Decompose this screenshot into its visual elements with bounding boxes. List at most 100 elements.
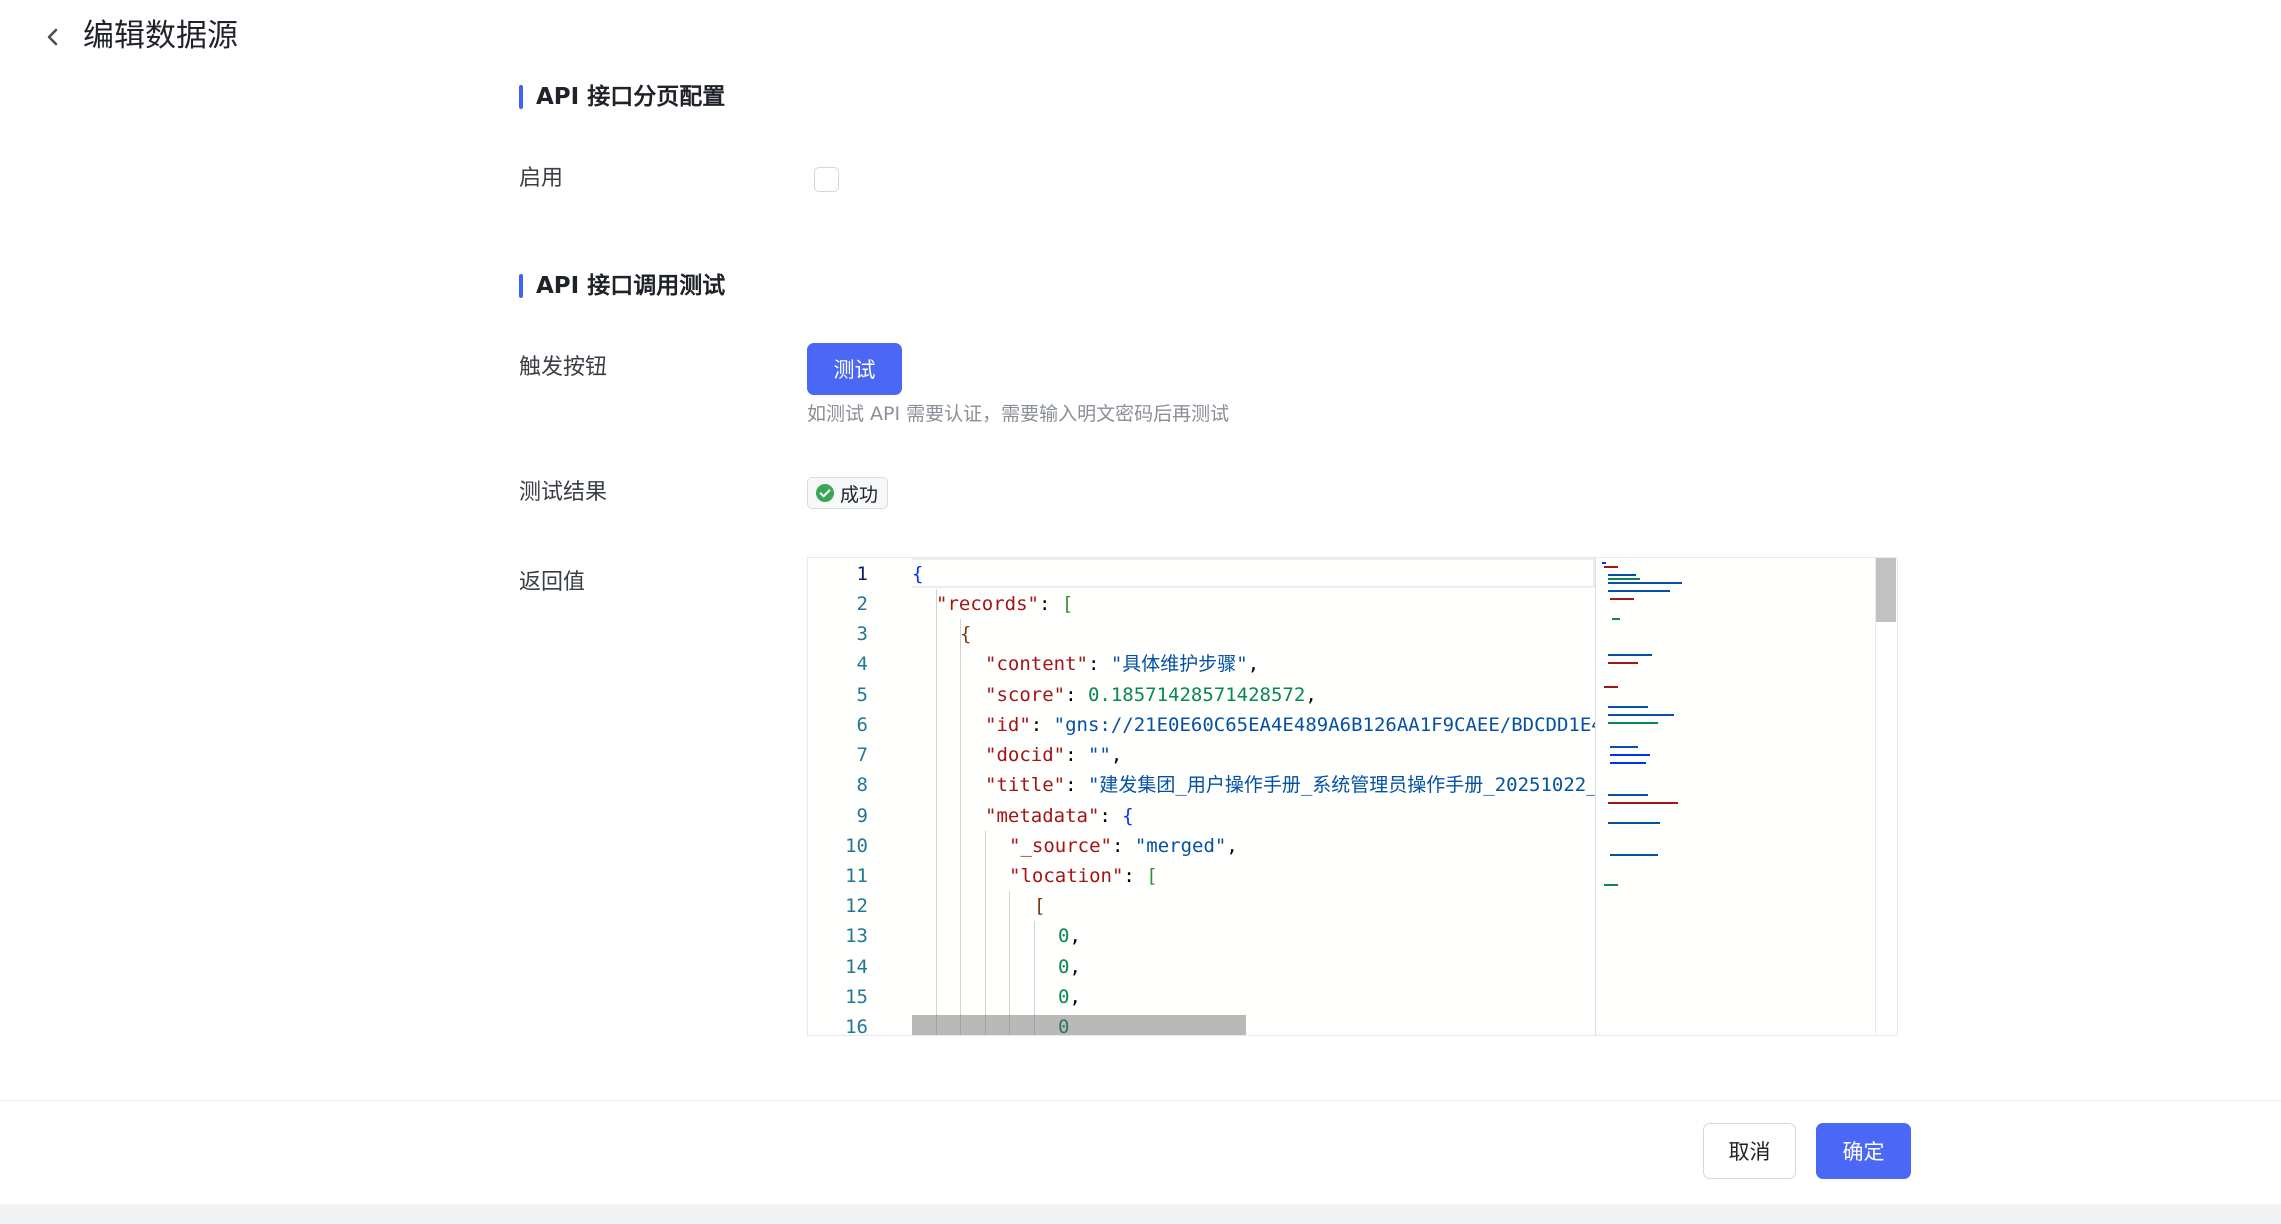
code-value: "建发集团_用户操作手册_系统管理员操作手册_20251022_V1.8" <box>1087 774 1595 796</box>
code-value: 0 <box>1058 986 1070 1008</box>
chevron-left-icon <box>47 28 58 46</box>
code-line: 0, <box>1058 952 1081 982</box>
bottom-strip <box>0 1204 2281 1224</box>
minimap-line <box>1608 654 1652 656</box>
line-number: 9 <box>856 805 868 827</box>
line-number: 2 <box>856 593 868 615</box>
enable-checkbox[interactable] <box>814 167 839 192</box>
code-line: "metadata": { <box>985 805 1134 827</box>
status-badge: 成功 <box>807 477 889 509</box>
test-button[interactable]: 测试 <box>807 343 902 395</box>
vertical-scrollbar[interactable] <box>1875 558 1897 1035</box>
code-key: "title" <box>985 774 1066 796</box>
minimap-line <box>1610 598 1634 600</box>
code-token: , <box>1247 653 1260 675</box>
code-line: "title": "建发集团_用户操作手册_系统管理员操作手册_20251022… <box>985 770 1595 800</box>
cancel-button[interactable]: 取消 <box>1703 1123 1796 1179</box>
code-key: "_source" <box>1009 835 1112 857</box>
status-text: 成功 <box>840 483 879 506</box>
code-token: , <box>1069 986 1081 1008</box>
code-line: "docid": "", <box>985 744 1123 766</box>
minimap-line <box>1608 590 1670 592</box>
code-token: { <box>960 623 972 645</box>
code-line: "content": "具体维护步骤", <box>985 653 1260 675</box>
line-number: 1 <box>856 563 868 585</box>
minimap-line <box>1608 662 1638 664</box>
minimap-line <box>1608 794 1648 796</box>
code-token: { <box>912 563 924 585</box>
code-key: "location" <box>1009 865 1124 887</box>
line-number: 15 <box>845 986 868 1008</box>
minimap-line <box>1608 574 1636 576</box>
minimap-line <box>1608 706 1648 708</box>
confirm-button[interactable]: 确定 <box>1816 1123 1911 1179</box>
code-token: , <box>1305 684 1317 706</box>
minimap-line <box>1602 562 1606 564</box>
code-key: "metadata" <box>985 805 1100 827</box>
code-token: { <box>1122 805 1134 827</box>
code-key: "id" <box>985 714 1031 736</box>
code-value: "具体维护步骤" <box>1110 653 1248 675</box>
minimap-line <box>1604 686 1618 688</box>
line-number-gutter: 1 2 3 4 5 6 7 8 9 10 11 12 13 14 15 16 <box>808 558 868 1035</box>
minimap-line <box>1608 802 1678 804</box>
code-key: "records" <box>936 593 1039 615</box>
code-value: 0.18571428571428572 <box>1087 684 1306 706</box>
line-number: 4 <box>856 653 868 675</box>
code-token: , <box>1069 956 1081 978</box>
minimap-line <box>1610 746 1638 748</box>
code-value: "" <box>1087 744 1111 766</box>
json-editor[interactable]: 1 2 3 4 5 6 7 8 9 10 11 12 13 14 15 16 {… <box>807 557 1898 1036</box>
code-line: { <box>912 559 923 589</box>
code-line: 0, <box>1058 921 1081 951</box>
code-line: [ <box>1034 891 1045 921</box>
indent-guide <box>960 619 961 1035</box>
code-value: "merged" <box>1134 835 1227 857</box>
minimap-line <box>1608 582 1682 584</box>
line-number: 5 <box>856 684 868 706</box>
code-area[interactable]: { "records": [ { "content": "具体维护步骤", "s… <box>912 558 1595 1035</box>
code-token: [ <box>1034 895 1046 917</box>
horizontal-scrollbar[interactable] <box>912 1015 1246 1035</box>
indent-guide <box>936 589 937 1035</box>
line-number: 14 <box>845 956 868 978</box>
code-line: { <box>960 619 971 649</box>
line-number: 16 <box>845 1016 868 1036</box>
test-hint: 如测试 API 需要认证，需要输入明文密码后再测试 <box>807 403 1230 425</box>
minimap-line <box>1608 822 1660 824</box>
check-circle-icon <box>816 484 834 502</box>
code-value: 0 <box>1058 956 1070 978</box>
minimap[interactable] <box>1595 558 1684 1035</box>
code-token: [ <box>1146 865 1158 887</box>
code-key: "score" <box>985 684 1066 706</box>
minimap-line <box>1610 854 1658 856</box>
code-line: "id": "gns://21E0E60C65EA4E489A6B126AA1F… <box>985 710 1595 740</box>
code-value: 0 <box>1058 925 1070 947</box>
line-number: 10 <box>845 835 868 857</box>
line-number: 11 <box>845 865 868 887</box>
line-number: 7 <box>856 744 868 766</box>
minimap-line <box>1608 722 1658 724</box>
code-line: "records": [ <box>936 593 1074 615</box>
result-label: 测试结果 <box>519 480 608 505</box>
code-token: , <box>1226 835 1238 857</box>
line-number: 12 <box>845 895 868 917</box>
line-number: 8 <box>856 774 868 796</box>
current-line-highlight <box>912 558 1595 588</box>
code-token: , <box>1110 744 1123 766</box>
minimap-line <box>1608 578 1640 580</box>
minimap-line <box>1608 714 1674 716</box>
code-line: 0, <box>1058 982 1081 1012</box>
code-value: "gns://21E0E60C65EA4E489A6B126AA1F9CAEE/… <box>1053 714 1595 736</box>
back-button[interactable] <box>38 22 68 52</box>
indent-guide <box>985 831 986 1035</box>
indent-guide <box>1009 891 1010 1035</box>
page-header: 编辑数据源 <box>0 0 2281 76</box>
page-title: 编辑数据源 <box>83 18 238 54</box>
vertical-scrollbar-thumb[interactable] <box>1876 558 1896 622</box>
code-key: "content" <box>985 653 1088 675</box>
minimap-line <box>1610 754 1650 756</box>
code-token: [ <box>1061 593 1074 615</box>
section-title-pagination: API 接口分页配置 <box>519 82 725 112</box>
minimap-line <box>1604 566 1618 568</box>
